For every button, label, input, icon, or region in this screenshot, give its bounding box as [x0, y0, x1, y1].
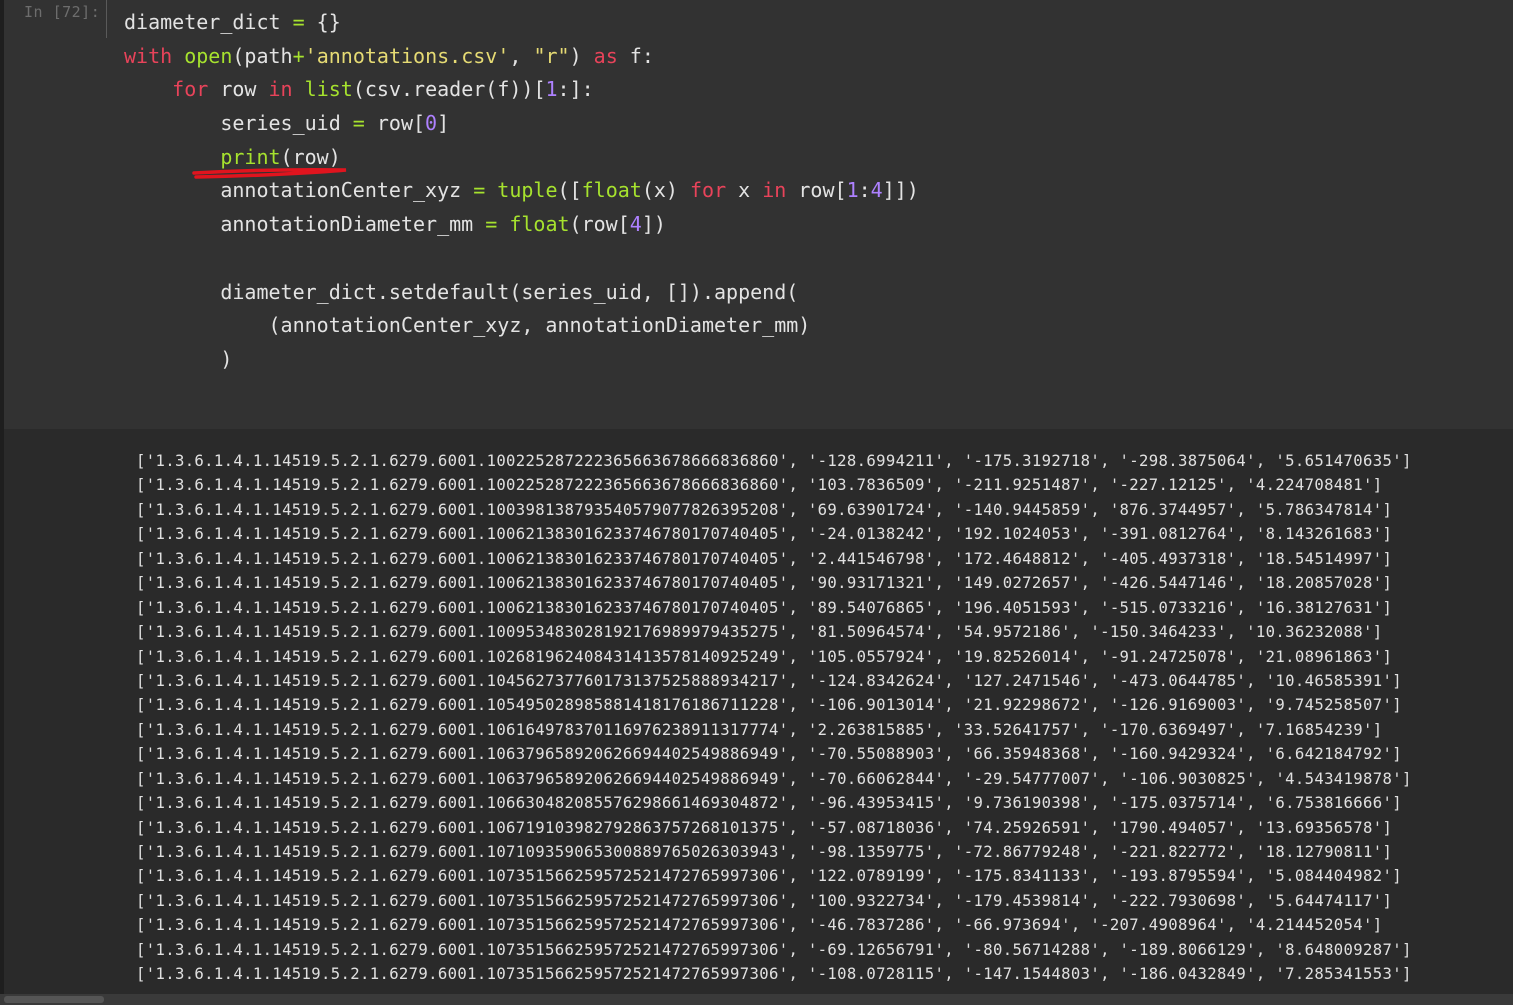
code-line: series_uid = row[0] — [124, 111, 450, 136]
prompt-divider — [106, 0, 107, 38]
output-row: ['1.3.6.1.4.1.14519.5.2.1.6279.6001.1006… — [136, 525, 1393, 544]
output-row: ['1.3.6.1.4.1.14519.5.2.1.6279.6001.1002… — [136, 476, 1383, 495]
output-row: ['1.3.6.1.4.1.14519.5.2.1.6279.6001.1071… — [136, 843, 1393, 861]
red-underline-annotation — [192, 167, 347, 179]
output-row: ['1.3.6.1.4.1.14519.5.2.1.6279.6001.1067… — [136, 818, 1393, 837]
horizontal-scrollbar[interactable] — [0, 994, 1513, 1005]
output-row: ['1.3.6.1.4.1.14519.5.2.1.6279.6001.1066… — [136, 794, 1402, 813]
output-row: ['1.3.6.1.4.1.14519.5.2.1.6279.6001.1006… — [136, 574, 1393, 593]
cell-prompt: In [72]: — [24, 3, 101, 21]
output-row: ['1.3.6.1.4.1.14519.5.2.1.6279.6001.1002… — [136, 452, 1412, 470]
code-line: annotationDiameter_mm = float(row[4]) — [124, 212, 666, 237]
output-row: ['1.3.6.1.4.1.14519.5.2.1.6279.6001.1045… — [136, 671, 1402, 690]
code-line: with open(path+'annotations.csv', "r") a… — [124, 43, 654, 68]
code-line: ) — [124, 346, 233, 371]
output-row: ['1.3.6.1.4.1.14519.5.2.1.6279.6001.1073… — [136, 940, 1412, 959]
code-line: (annotationCenter_xyz, annotationDiamete… — [124, 313, 811, 338]
output-row: ['1.3.6.1.4.1.14519.5.2.1.6279.6001.1073… — [136, 867, 1402, 886]
output-row: ['1.3.6.1.4.1.14519.5.2.1.6279.6001.1073… — [136, 916, 1383, 935]
output-row: ['1.3.6.1.4.1.14519.5.2.1.6279.6001.1073… — [136, 965, 1412, 984]
code-line: for row in list(csv.reader(f))[1:]: — [172, 77, 594, 102]
output-row: ['1.3.6.1.4.1.14519.5.2.1.6279.6001.1073… — [136, 891, 1393, 910]
output-row: ['1.3.6.1.4.1.14519.5.2.1.6279.6001.1006… — [136, 598, 1393, 617]
code-line: diameter_dict.setdefault(series_uid, [])… — [124, 279, 799, 304]
output-row: ['1.3.6.1.4.1.14519.5.2.1.6279.6001.1006… — [136, 549, 1393, 568]
output-row: ['1.3.6.1.4.1.14519.5.2.1.6279.6001.1061… — [136, 720, 1383, 739]
scrollbar-thumb[interactable] — [4, 996, 104, 1003]
output-row: ['1.3.6.1.4.1.14519.5.2.1.6279.6001.1009… — [136, 623, 1383, 642]
output-row: ['1.3.6.1.4.1.14519.5.2.1.6279.6001.1063… — [136, 769, 1412, 788]
code-editor[interactable]: diameter_dict = {} with open(path+'annota… — [124, 6, 919, 377]
output-row: ['1.3.6.1.4.1.14519.5.2.1.6279.6001.1026… — [136, 647, 1393, 666]
output-row: ['1.3.6.1.4.1.14519.5.2.1.6279.6001.1003… — [136, 500, 1393, 519]
output-text: ['1.3.6.1.4.1.14519.5.2.1.6279.6001.1002… — [136, 449, 1412, 987]
output-row: ['1.3.6.1.4.1.14519.5.2.1.6279.6001.1054… — [136, 696, 1402, 715]
output-row: ['1.3.6.1.4.1.14519.5.2.1.6279.6001.1063… — [136, 745, 1402, 764]
code-line: diameter_dict = {} — [124, 10, 341, 34]
